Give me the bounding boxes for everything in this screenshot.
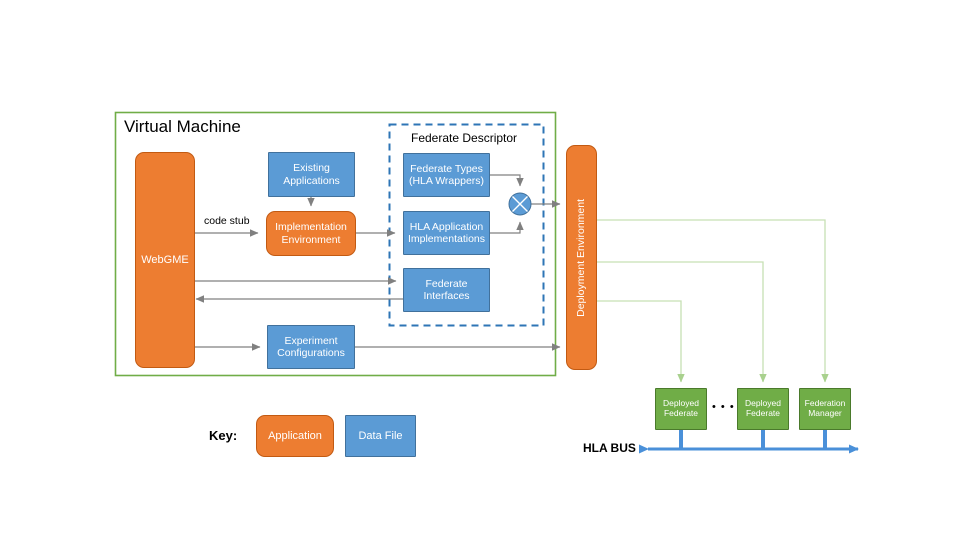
diagram-canvas: Virtual Machine Federate Descriptor WebG… xyxy=(0,0,960,540)
node-experiment-configurations-line1: Experiment xyxy=(284,334,338,347)
node-deployed-federate-1-line2: Federate xyxy=(663,408,699,418)
federate-descriptor-title: Federate Descriptor xyxy=(411,131,518,145)
node-federation-manager-line2: Manager xyxy=(808,408,842,418)
key-swatch-application: Application xyxy=(256,415,334,457)
node-webgme-label: WebGME xyxy=(141,253,189,266)
node-federate-interfaces[interactable]: Federate Interfaces xyxy=(403,268,490,312)
node-implementation-environment-line1: Implementation xyxy=(275,221,347,234)
edge-label-code-stub: code stub xyxy=(204,215,250,227)
node-experiment-configurations[interactable]: Experiment Configurations xyxy=(267,325,355,369)
key-label: Key: xyxy=(209,428,238,443)
node-webgme[interactable]: WebGME xyxy=(135,152,195,368)
key-swatch-data-file: Data File xyxy=(345,415,416,457)
node-hla-application-implementations-line2: Implementations xyxy=(407,233,486,245)
node-deployed-federate-2[interactable]: Deployed Federate xyxy=(737,388,789,430)
edge-hla-app-to-junction xyxy=(490,221,524,234)
node-existing-applications-line2: Applications xyxy=(283,174,340,187)
key-swatch-application-label: Application xyxy=(268,429,322,442)
node-hla-application-implementations[interactable]: HLA Application Implementations xyxy=(403,211,490,255)
node-implementation-environment-line2: Environment xyxy=(281,233,341,246)
key-swatch-data-file-label: Data File xyxy=(358,429,403,442)
node-federate-types-line2: (HLA Wrappers) xyxy=(408,175,485,187)
node-federate-interfaces-line2: Interfaces xyxy=(423,290,470,302)
node-deployment-environment[interactable]: Deployment Environment xyxy=(566,145,597,370)
virtual-machine-title: Virtual Machine xyxy=(124,117,241,136)
node-existing-applications-line1: Existing xyxy=(293,162,330,175)
ellipsis-more-federates: • • • xyxy=(712,401,735,413)
node-federation-manager[interactable]: Federation Manager xyxy=(799,388,851,430)
node-implementation-environment[interactable]: Implementation Environment xyxy=(266,211,356,256)
node-deployed-federate-2-line2: Federate xyxy=(745,408,781,418)
node-deployed-federate-1[interactable]: Deployed Federate xyxy=(655,388,707,430)
edge-federate-types-to-junction xyxy=(490,174,524,187)
hla-bus-label: HLA BUS xyxy=(583,441,636,455)
node-existing-applications[interactable]: Existing Applications xyxy=(268,152,355,197)
node-federate-types[interactable]: Federate Types (HLA Wrappers) xyxy=(403,153,490,197)
node-federate-interfaces-line1: Federate xyxy=(425,277,468,290)
node-deployment-environment-label: Deployment Environment xyxy=(575,198,588,317)
edge-deployment-to-deployed-federate-1 xyxy=(597,300,685,383)
node-federate-types-line1: Federate Types xyxy=(410,162,483,175)
edge-deployment-to-deployed-federate-2 xyxy=(597,261,767,383)
node-experiment-configurations-line2: Configurations xyxy=(277,347,345,359)
node-hla-application-implementations-line1: HLA Application xyxy=(409,220,484,233)
